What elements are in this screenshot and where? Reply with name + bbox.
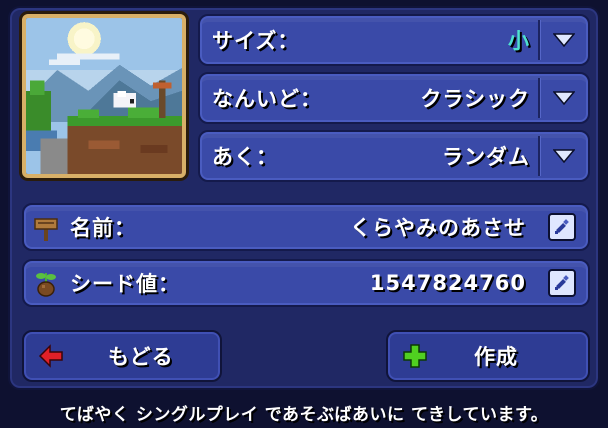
difficulty-value: クラシック xyxy=(420,87,530,111)
chevron-down-icon[interactable] xyxy=(553,149,575,163)
select-divider xyxy=(538,20,540,60)
back-button-label: もどる xyxy=(108,345,174,369)
seed-label: シード値： xyxy=(70,272,180,296)
difficulty-label: なんいど： xyxy=(212,87,322,111)
world-name-field[interactable]: 名前： くらやみのあさせ xyxy=(22,203,590,251)
difficulty-select[interactable]: なんいど： クラシック xyxy=(198,72,590,124)
world-name-label: 名前： xyxy=(70,216,136,240)
world-size-label: サイズ： xyxy=(212,29,300,53)
edit-world-name-button[interactable] xyxy=(548,213,576,241)
edit-seed-button[interactable] xyxy=(548,269,576,297)
seed-value[interactable]: 1547824760 xyxy=(370,271,526,295)
create-button-label: 作成 xyxy=(474,345,518,369)
arrow-left-icon xyxy=(38,344,63,368)
seed-field[interactable]: シード値： 1547824760 xyxy=(22,259,590,307)
create-button[interactable]: 作成 xyxy=(386,330,590,382)
signpost-icon xyxy=(34,218,58,241)
select-divider xyxy=(538,78,540,118)
select-divider xyxy=(538,136,540,176)
chevron-down-icon[interactable] xyxy=(553,91,575,105)
pencil-icon xyxy=(555,219,569,234)
evil-label: あく： xyxy=(212,145,278,169)
world-size-value: 小 xyxy=(508,29,530,53)
acorn-sprout-icon xyxy=(36,273,56,297)
pencil-icon xyxy=(555,275,569,290)
evil-value: ランダム xyxy=(442,145,530,169)
chevron-down-icon[interactable] xyxy=(553,33,575,47)
back-button[interactable]: もどる xyxy=(22,330,222,382)
status-hint-text: てばやく シングルプレイ であそぶばあいに てきしています。 xyxy=(59,405,549,425)
plus-icon xyxy=(403,344,427,368)
world-size-select[interactable]: サイズ： 小 xyxy=(198,14,590,66)
evil-select[interactable]: あく： ランダム xyxy=(198,130,590,182)
world-name-value[interactable]: くらやみのあさせ xyxy=(350,212,526,242)
world-preview-image xyxy=(22,14,186,178)
